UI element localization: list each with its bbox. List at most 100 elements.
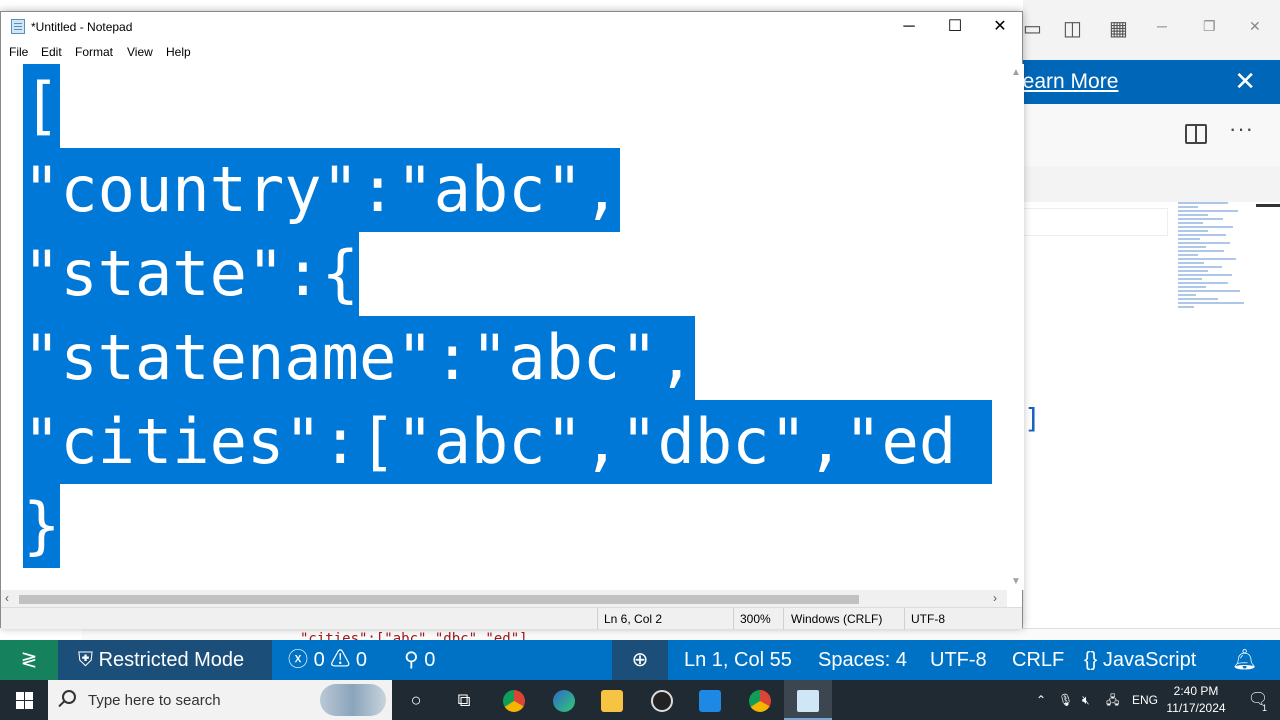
minimap-line	[1178, 210, 1238, 212]
minimap-line	[1178, 270, 1208, 272]
notepad-titlebar[interactable]: *Untitled - Notepad ─ ☐ ✕	[1, 12, 1022, 42]
toggle-panel-icon[interactable]: ▭	[1023, 16, 1042, 41]
editor-toolbar: ···	[1023, 104, 1280, 166]
indentation-button[interactable]: Spaces: 4	[818, 640, 907, 680]
minimap-line	[1178, 218, 1223, 220]
speaker-muted-icon[interactable]: 🔇︎	[1082, 680, 1090, 720]
taskbar-search-box[interactable]: Type here to search	[48, 680, 392, 720]
ports-button[interactable]: ⚲ 0	[404, 640, 435, 680]
minimize-button[interactable]: ─	[886, 12, 932, 42]
horizontal-scrollbar[interactable]: ‹ ›	[1, 590, 1007, 607]
minimap-line	[1178, 202, 1228, 204]
language-indicator[interactable]: ENG	[1132, 680, 1158, 720]
scroll-left-icon[interactable]: ‹	[5, 591, 9, 605]
text-line: [	[23, 64, 61, 148]
menu-format[interactable]: Format	[75, 45, 113, 59]
action-center-button[interactable]: 🗨︎ 1	[1236, 680, 1280, 720]
desktop: ▭ ◫ ▦ ─ ❐ ✕ Learn More ✕ ··· ] "cities":…	[0, 0, 1280, 720]
microphone-icon[interactable]: 🎙︎	[1058, 680, 1073, 720]
status-divider	[904, 608, 905, 630]
zoom-button[interactable]: ⊕	[612, 640, 668, 680]
minimap[interactable]	[1172, 200, 1252, 400]
vscode-editor-strip	[82, 628, 1280, 640]
banner-close-icon[interactable]: ✕	[1234, 66, 1256, 97]
minimap-line	[1178, 290, 1240, 292]
text-line: "country":"abc",	[23, 148, 621, 232]
encoding-button[interactable]: UTF-8	[930, 640, 987, 680]
learn-more-banner: Learn More ✕	[1011, 60, 1280, 104]
vscode-icon[interactable]	[686, 680, 734, 720]
close-button[interactable]: ✕	[977, 12, 1023, 42]
vscode-close-button[interactable]: ✕	[1249, 18, 1261, 35]
bracket-glyph: ]	[1024, 402, 1041, 435]
minimap-line	[1178, 226, 1233, 228]
vscode-scrollbar-indicator[interactable]	[1256, 204, 1280, 207]
chrome-profile-icon[interactable]	[736, 680, 784, 720]
scroll-up-icon[interactable]: ▲	[1011, 67, 1021, 78]
clock-time: 2:40 PM	[1173, 684, 1219, 698]
horizontal-scroll-thumb[interactable]	[19, 595, 859, 604]
search-icon	[62, 690, 76, 704]
network-icon[interactable]: 🖧︎	[1106, 680, 1119, 720]
toggle-sidebar-icon[interactable]: ◫	[1063, 16, 1082, 41]
menu-file[interactable]: File	[9, 45, 28, 59]
clock-date: 11/17/2024	[1166, 701, 1226, 715]
minimap-line	[1178, 230, 1208, 232]
notifications-bell-icon[interactable]: 🔔︎	[1232, 640, 1257, 680]
obs-icon[interactable]	[638, 680, 686, 720]
split-editor-icon[interactable]	[1185, 124, 1207, 144]
task-view-icon[interactable]: ⧉	[440, 680, 488, 720]
show-hidden-icons-icon[interactable]: ⌃	[1036, 680, 1046, 720]
minimap-line	[1178, 234, 1226, 236]
text-line: "state":{	[23, 232, 359, 316]
line-ending: Windows (CRLF)	[791, 612, 883, 626]
more-actions-icon[interactable]: ···	[1229, 116, 1254, 142]
minimap-line	[1178, 298, 1218, 300]
text-editor-area[interactable]: [ "country":"abc", "state":{ "statename"…	[19, 64, 1006, 590]
vscode-minimize-button[interactable]: ─	[1157, 18, 1167, 34]
file-explorer-icon[interactable]	[588, 680, 636, 720]
language-label: JavaScript	[1102, 649, 1197, 671]
shield-icon: ⛨	[78, 649, 93, 671]
chrome-icon[interactable]	[490, 680, 538, 720]
notepad-icon[interactable]	[784, 680, 832, 720]
warning-icon: ⚠	[330, 649, 351, 671]
remote-indicator-button[interactable]: ≷	[0, 640, 58, 680]
zoom-in-icon: ⊕	[631, 649, 649, 671]
encoding: UTF-8	[911, 612, 945, 626]
windows-logo-icon	[16, 701, 24, 709]
minimap-line	[1178, 254, 1198, 256]
remote-icon: ≷	[20, 649, 38, 671]
scroll-right-icon[interactable]: ›	[993, 591, 997, 605]
language-mode-button[interactable]: {} JavaScript	[1084, 640, 1196, 680]
cortana-icon[interactable]: ○	[392, 680, 440, 720]
minimap-line	[1178, 238, 1200, 240]
scroll-down-icon[interactable]: ▼	[1011, 576, 1021, 587]
minimap-line	[1178, 266, 1222, 268]
system-clock[interactable]: 2:40 PM 11/17/2024	[1158, 683, 1234, 717]
menu-edit[interactable]: Edit	[41, 45, 62, 59]
taskbar: Type here to search ○ ⧉ ⌃ 🎙︎ 🔇︎ 🖧︎ ENG 2…	[0, 680, 1280, 720]
error-count: 0	[313, 649, 325, 671]
problems-button[interactable]: ⓧ 0 ⚠ 0	[288, 640, 367, 680]
edge-icon[interactable]	[540, 680, 588, 720]
cursor-position-button[interactable]: Ln 1, Col 55	[684, 640, 792, 680]
vertical-scrollbar[interactable]: ▲ ▼	[1007, 64, 1024, 590]
minimap-line	[1178, 246, 1206, 248]
notepad-statusbar: Ln 6, Col 2 300% Windows (CRLF) UTF-8	[1, 607, 1022, 630]
menu-help[interactable]: Help	[166, 45, 191, 59]
windows-logo-icon	[25, 701, 33, 709]
line-ending-button[interactable]: CRLF	[1012, 640, 1064, 680]
learn-more-link[interactable]: Learn More	[1011, 70, 1118, 94]
minimap-line	[1178, 278, 1202, 280]
maximize-button[interactable]: ☐	[932, 12, 978, 42]
customize-layout-icon[interactable]: ▦	[1109, 16, 1128, 41]
search-placeholder: Type here to search	[88, 692, 221, 709]
minimap-line	[1178, 282, 1228, 284]
minimap-line	[1178, 214, 1208, 216]
minimap-line	[1178, 250, 1224, 252]
restricted-mode-button[interactable]: ⛨ Restricted Mode	[58, 640, 272, 680]
start-button[interactable]	[0, 680, 48, 720]
vscode-restore-button[interactable]: ❐	[1203, 18, 1216, 35]
menu-view[interactable]: View	[127, 45, 153, 59]
